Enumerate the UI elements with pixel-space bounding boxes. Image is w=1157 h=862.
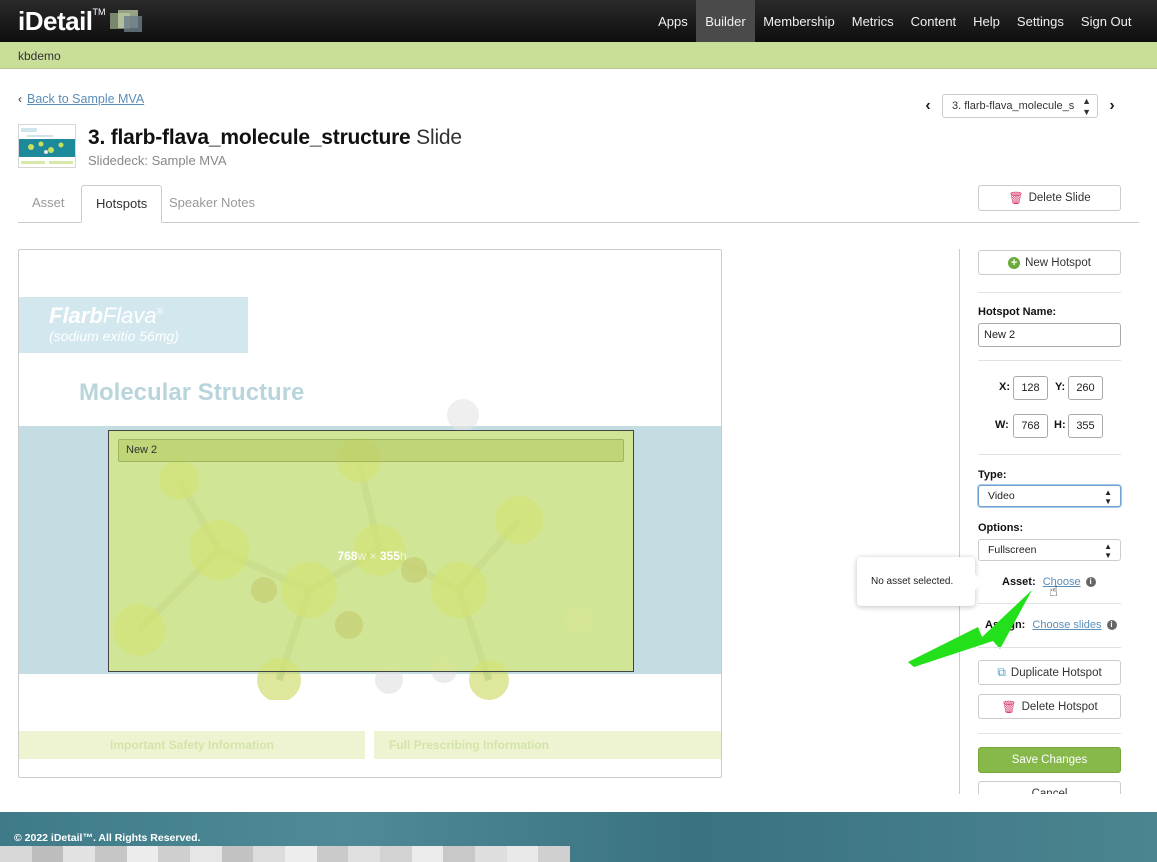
nav-sign-out[interactable]: Sign Out [1072,0,1140,42]
divider [978,733,1121,734]
save-changes-button[interactable]: Save Changes [978,747,1121,773]
slide-title-block: 3. flarb-flava_molecule_structure Slide … [88,126,462,168]
trash-icon: 🗑 [1001,699,1017,714]
divider [978,454,1121,455]
chevron-left-icon: ‹ [18,92,22,106]
logo-text: iDetail [18,5,93,36]
cancel-button[interactable]: Cancel [978,781,1121,794]
slide-select-value: 3. flarb-flava_molecule_s [952,100,1075,112]
delete-hotspot-button[interactable]: 🗑 Delete Hotspot [978,694,1121,719]
nav-membership[interactable]: Membership [755,0,844,42]
top-navbar: iDetail TM Apps Builder Membership Metri… [0,0,1157,42]
duplicate-icon: ⧉ [997,665,1006,679]
page-title: 3. flarb-flava_molecule_structure Slide [88,126,462,150]
hotspot-region[interactable]: New 2 768w × 355h [108,430,634,672]
slide-canvas[interactable]: FlarbFlava® (sodium exitio 56mg) Molecul… [18,249,722,778]
nav-help[interactable]: Help [965,0,1009,42]
options-select[interactable]: Fullscreen ▲ ▼ [978,539,1121,561]
user-bar: kbdemo [0,42,1157,69]
hotspot-name-heading: Hotspot Name: [978,306,1057,318]
breadcrumb: ‹ Back to Sample MVA [18,92,144,106]
hotspot-dimensions: 768w × 355h [337,549,407,563]
options-select-value: Fullscreen [988,544,1037,556]
logo-tm: TM [92,7,106,17]
select-arrows-icon: ▲ ▼ [1104,542,1112,560]
type-select-value: Video [988,490,1015,502]
divider [978,360,1121,361]
slide-brand-name: FlarbFlava® [49,303,164,328]
delete-slide-button[interactable]: 🗑 Delete Slide [978,185,1121,211]
h-input[interactable]: 355 [1068,414,1103,438]
options-label: Options: [978,522,1024,534]
nav-apps[interactable]: Apps [650,0,697,42]
type-label: Type: [978,469,1007,481]
tab-bar: Asset Hotspots Speaker Notes [18,185,1139,223]
hand-cursor-icon: ☝ [1049,583,1059,600]
username: kbdemo [18,49,61,63]
idetail-logo[interactable]: iDetail TM [18,6,142,36]
hotspot-name-input[interactable]: New 2 [978,323,1121,347]
w-input[interactable]: 768 [1013,414,1048,438]
duplicate-hotspot-label: Duplicate Hotspot [1010,666,1102,679]
slide-thumbnail [18,124,76,168]
assign-choose-slides-link[interactable]: Choose slides [1032,619,1101,631]
nav-builder[interactable]: Builder [696,0,755,42]
back-link[interactable]: Back to Sample MVA [27,92,144,106]
slide-navigator: ‹ 3. flarb-flava_molecule_s ▲ ▼ › [919,94,1121,118]
tab-asset[interactable]: Asset [18,185,79,223]
green-arrow-annotation [908,590,1032,667]
full-prescribing-link[interactable]: Full Prescribing Information [374,731,721,759]
slidedeck-subtitle: Slidedeck: Sample MVA [88,153,227,168]
x-input[interactable]: 128 [1013,376,1048,400]
main-nav: Apps Builder Membership Metrics Content … [650,0,1140,42]
info-icon[interactable]: i [1106,620,1117,630]
slide-brand-subtitle: (sodium exitio 56mg) [49,328,179,344]
w-label: W: [995,419,1009,431]
y-input[interactable]: 260 [1068,376,1103,400]
select-arrows-icon: ▲ ▼ [1104,488,1112,506]
duplicate-hotspot-button[interactable]: ⧉ Duplicate Hotspot [978,660,1121,685]
next-slide-icon[interactable]: › [1103,97,1121,115]
select-arrows-icon: ▲ ▼ [1082,96,1091,117]
new-hotspot-label: New Hotspot [1025,256,1091,269]
new-hotspot-button[interactable]: + New Hotspot [978,250,1121,275]
prev-slide-icon[interactable]: ‹ [919,97,937,115]
nav-content[interactable]: Content [902,0,965,42]
y-label: Y: [1055,381,1066,393]
trash-icon: 🗑 [1008,191,1024,205]
divider [978,647,1121,648]
delete-hotspot-label: Delete Hotspot [1021,700,1098,713]
tab-speaker-notes[interactable]: Speaker Notes [155,185,269,223]
hotspot-name-label[interactable]: New 2 [118,439,624,462]
logo-mark-icon [109,10,142,32]
important-safety-link[interactable]: Important Safety Information [19,731,365,759]
x-label: X: [999,381,1010,393]
copyright-text: © 2022 iDetail™. All Rights Reserved. [14,832,201,844]
divider [978,292,1121,293]
delete-slide-label: Delete Slide [1028,192,1091,204]
type-select[interactable]: Video ▲ ▼ [978,485,1121,507]
title-suffix: Slide [416,126,462,149]
panel-divider [959,249,960,794]
nav-metrics[interactable]: Metrics [843,0,902,42]
tab-hotspots[interactable]: Hotspots [81,185,163,223]
plus-circle-icon: + [1008,256,1021,269]
slide-select[interactable]: 3. flarb-flava_molecule_s ▲ ▼ [942,94,1098,118]
h-label: H: [1054,419,1066,431]
info-icon[interactable]: i [1085,577,1096,587]
title-main: 3. flarb-flava_molecule_structure [88,126,411,149]
nav-settings[interactable]: Settings [1008,0,1072,42]
slide-brand-box: FlarbFlava® (sodium exitio 56mg) [19,297,248,353]
pixelated-footer-strip [0,846,571,862]
cancel-button-clip: Cancel [978,781,1121,794]
